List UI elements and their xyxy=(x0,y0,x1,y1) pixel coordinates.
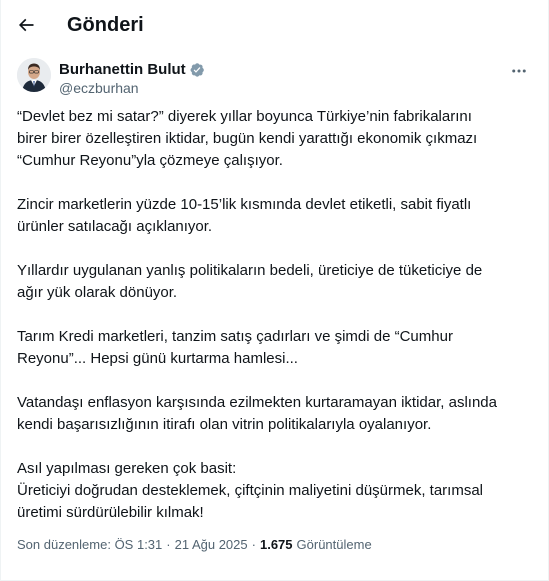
text-line: Asıl yapılması gereken çok basit: xyxy=(17,460,237,477)
views-label: Görüntüleme xyxy=(296,537,372,552)
text-line: Zincir marketlerin yüzde 10-15’lik kısmı… xyxy=(17,196,472,213)
text-line: Yıllardır uygulanan yanlış politikaların… xyxy=(17,262,483,279)
text-line: ağır yük olarak dönüyor. xyxy=(17,284,178,301)
verified-badge-icon xyxy=(189,62,205,78)
top-bar: Gönderi xyxy=(1,0,549,52)
meta-separator: · xyxy=(166,537,171,552)
post-date[interactable]: 21 Ağu 2025 xyxy=(175,537,248,552)
more-options-button[interactable] xyxy=(504,60,534,82)
post-meta: Son düzenleme: ÖS 1:31 · 21 Ağu 2025 · 1… xyxy=(17,537,372,552)
views-count: 1.675 xyxy=(259,537,293,552)
post-paragraph: Asıl yapılması gereken çok basit: Üretic… xyxy=(17,458,517,524)
page-title: Gönderi xyxy=(67,14,144,36)
author-display-name[interactable]: Burhanettin Bulut xyxy=(59,61,186,78)
post-author: Burhanettin Bulut @eczburhan xyxy=(17,58,537,100)
edited-timestamp[interactable]: Son düzenleme: ÖS 1:31 xyxy=(17,537,162,552)
meta-separator: · xyxy=(251,537,256,552)
text-line: “Cumhur Reyonu”yla çözmeye çalışıyor. xyxy=(17,152,283,169)
post-paragraph: Yıllardır uygulanan yanlış politikaların… xyxy=(17,260,517,304)
back-button[interactable] xyxy=(9,8,43,42)
post-paragraph: Zincir marketlerin yüzde 10-15’lik kısmı… xyxy=(17,194,517,238)
text-line: birer birer özelleştiren iktidar, bugün … xyxy=(17,130,478,147)
text-line: “Devlet bez mi satar?” diyerek yıllar bo… xyxy=(17,108,472,125)
text-line: ürünler satılacağı açıklanıyor. xyxy=(17,218,213,235)
post-paragraph: “Devlet bez mi satar?” diyerek yıllar bo… xyxy=(17,106,517,172)
text-line: Üreticiyi doğrudan desteklemek, çiftçini… xyxy=(17,482,484,499)
author-name-row: Burhanettin Bulut xyxy=(59,61,205,78)
author-handle[interactable]: @eczburhan xyxy=(59,80,139,96)
text-line: Reyonu”... Hepsi günü kurtarma hamlesi..… xyxy=(17,350,298,367)
arrow-left-icon xyxy=(18,18,34,32)
post-paragraph: Tarım Kredi marketleri, tanzim satış çad… xyxy=(17,326,517,370)
avatar[interactable] xyxy=(17,58,51,92)
post-paragraph: Vatandaşı enflasyon karşısında ezilmekte… xyxy=(17,392,517,436)
text-line: Vatandaşı enflasyon karşısında ezilmekte… xyxy=(17,394,497,411)
avatar-image xyxy=(17,58,51,92)
post-text: “Devlet bez mi satar?” diyerek yıllar bo… xyxy=(17,106,517,524)
text-line: Tarım Kredi marketleri, tanzim satış çad… xyxy=(17,328,453,345)
more-dots-icon xyxy=(512,69,526,73)
text-line: kendi başarısızlığının itirafı olan vitr… xyxy=(17,416,432,433)
post-page: Gönderi Burhanettin Bulut @eczburhan “De… xyxy=(0,0,549,581)
text-line: üretimi sürdürülebilir kılmak! xyxy=(17,504,204,521)
